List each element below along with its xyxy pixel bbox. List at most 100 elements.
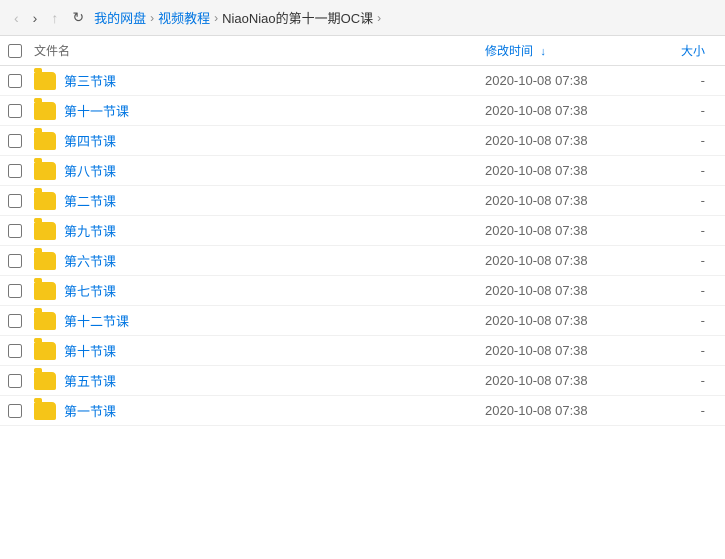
table-row[interactable]: 第二节课 2020-10-08 07:38 -: [0, 186, 725, 216]
row-check-10[interactable]: [0, 374, 30, 388]
row-size-6: -: [665, 253, 725, 268]
row-date-3: 2020-10-08 07:38: [485, 163, 665, 178]
row-size-5: -: [665, 223, 725, 238]
row-name-wrap-0: 第三节课: [30, 71, 485, 90]
row-check-5[interactable]: [0, 224, 30, 238]
row-name-5[interactable]: 第九节课: [64, 221, 116, 240]
row-checkbox-0[interactable]: [8, 74, 22, 88]
row-name-0[interactable]: 第三节课: [64, 71, 116, 90]
row-checkbox-4[interactable]: [8, 194, 22, 208]
row-name-wrap-4: 第二节课: [30, 191, 485, 210]
row-check-0[interactable]: [0, 74, 30, 88]
row-check-11[interactable]: [0, 404, 30, 418]
breadcrumb-sep-2: ›: [214, 11, 218, 25]
row-name-9[interactable]: 第十节课: [64, 341, 116, 360]
refresh-button[interactable]: ↻: [68, 7, 88, 28]
folder-icon-2: [34, 132, 56, 150]
row-name-8[interactable]: 第十二节课: [64, 311, 129, 330]
row-date-10: 2020-10-08 07:38: [485, 373, 665, 388]
forward-button[interactable]: ›: [29, 8, 42, 28]
row-size-9: -: [665, 343, 725, 358]
row-name-3[interactable]: 第八节课: [64, 161, 116, 180]
row-name-wrap-8: 第十二节课: [30, 311, 485, 330]
row-check-2[interactable]: [0, 134, 30, 148]
row-check-1[interactable]: [0, 104, 30, 118]
row-name-wrap-1: 第十一节课: [30, 101, 485, 120]
breadcrumb: 我的网盘 › 视频教程 › NiaoNiao的第十一期OC课 ›: [94, 8, 385, 27]
row-checkbox-6[interactable]: [8, 254, 22, 268]
row-date-6: 2020-10-08 07:38: [485, 253, 665, 268]
row-size-11: -: [665, 403, 725, 418]
breadcrumb-sep-3: ›: [377, 11, 381, 25]
table-row[interactable]: 第一节课 2020-10-08 07:38 -: [0, 396, 725, 426]
table-row[interactable]: 第七节课 2020-10-08 07:38 -: [0, 276, 725, 306]
table-row[interactable]: 第十二节课 2020-10-08 07:38 -: [0, 306, 725, 336]
row-checkbox-7[interactable]: [8, 284, 22, 298]
row-name-wrap-7: 第七节课: [30, 281, 485, 300]
row-check-4[interactable]: [0, 194, 30, 208]
breadcrumb-item-videos[interactable]: 视频教程: [158, 8, 210, 27]
folder-icon-8: [34, 312, 56, 330]
table-row[interactable]: 第十一节课 2020-10-08 07:38 -: [0, 96, 725, 126]
row-check-3[interactable]: [0, 164, 30, 178]
row-date-8: 2020-10-08 07:38: [485, 313, 665, 328]
row-size-3: -: [665, 163, 725, 178]
row-date-7: 2020-10-08 07:38: [485, 283, 665, 298]
header-check[interactable]: [0, 44, 30, 58]
row-check-9[interactable]: [0, 344, 30, 358]
table-row[interactable]: 第四节课 2020-10-08 07:38 -: [0, 126, 725, 156]
row-name-1[interactable]: 第十一节课: [64, 101, 129, 120]
table-row[interactable]: 第八节课 2020-10-08 07:38 -: [0, 156, 725, 186]
row-date-9: 2020-10-08 07:38: [485, 343, 665, 358]
row-size-0: -: [665, 73, 725, 88]
header-name: 文件名: [30, 42, 485, 59]
select-all-checkbox[interactable]: [8, 44, 22, 58]
row-name-7[interactable]: 第七节课: [64, 281, 116, 300]
list-header: 文件名 修改时间 ↓ 大小: [0, 36, 725, 66]
header-date[interactable]: 修改时间 ↓: [485, 42, 665, 59]
table-row[interactable]: 第六节课 2020-10-08 07:38 -: [0, 246, 725, 276]
folder-icon-11: [34, 402, 56, 420]
folder-icon-1: [34, 102, 56, 120]
row-check-8[interactable]: [0, 314, 30, 328]
row-date-11: 2020-10-08 07:38: [485, 403, 665, 418]
row-size-7: -: [665, 283, 725, 298]
row-name-wrap-3: 第八节课: [30, 161, 485, 180]
row-name-6[interactable]: 第六节课: [64, 251, 116, 270]
breadcrumb-item-root[interactable]: 我的网盘: [94, 8, 146, 27]
row-size-8: -: [665, 313, 725, 328]
row-check-6[interactable]: [0, 254, 30, 268]
folder-icon-9: [34, 342, 56, 360]
header-size[interactable]: 大小: [665, 42, 725, 59]
row-name-10[interactable]: 第五节课: [64, 371, 116, 390]
row-checkbox-10[interactable]: [8, 374, 22, 388]
row-name-wrap-2: 第四节课: [30, 131, 485, 150]
row-checkbox-9[interactable]: [8, 344, 22, 358]
breadcrumb-sep-1: ›: [150, 11, 154, 25]
row-checkbox-8[interactable]: [8, 314, 22, 328]
row-name-wrap-5: 第九节课: [30, 221, 485, 240]
table-row[interactable]: 第五节课 2020-10-08 07:38 -: [0, 366, 725, 396]
rows-container: 第三节课 2020-10-08 07:38 - 第十一节课 2020-10-08…: [0, 66, 725, 426]
row-date-5: 2020-10-08 07:38: [485, 223, 665, 238]
row-name-4[interactable]: 第二节课: [64, 191, 116, 210]
row-check-7[interactable]: [0, 284, 30, 298]
row-checkbox-3[interactable]: [8, 164, 22, 178]
up-button[interactable]: ↑: [47, 8, 62, 28]
row-size-1: -: [665, 103, 725, 118]
folder-icon-0: [34, 72, 56, 90]
row-checkbox-5[interactable]: [8, 224, 22, 238]
row-name-wrap-10: 第五节课: [30, 371, 485, 390]
row-checkbox-1[interactable]: [8, 104, 22, 118]
file-list: 文件名 修改时间 ↓ 大小 第三节课 2020-10-08 07:38 - 第十…: [0, 36, 725, 426]
row-checkbox-2[interactable]: [8, 134, 22, 148]
row-checkbox-11[interactable]: [8, 404, 22, 418]
folder-icon-7: [34, 282, 56, 300]
row-name-2[interactable]: 第四节课: [64, 131, 116, 150]
table-row[interactable]: 第十节课 2020-10-08 07:38 -: [0, 336, 725, 366]
table-row[interactable]: 第三节课 2020-10-08 07:38 -: [0, 66, 725, 96]
row-name-11[interactable]: 第一节课: [64, 401, 116, 420]
row-name-wrap-6: 第六节课: [30, 251, 485, 270]
table-row[interactable]: 第九节课 2020-10-08 07:38 -: [0, 216, 725, 246]
back-button[interactable]: ‹: [10, 8, 23, 28]
